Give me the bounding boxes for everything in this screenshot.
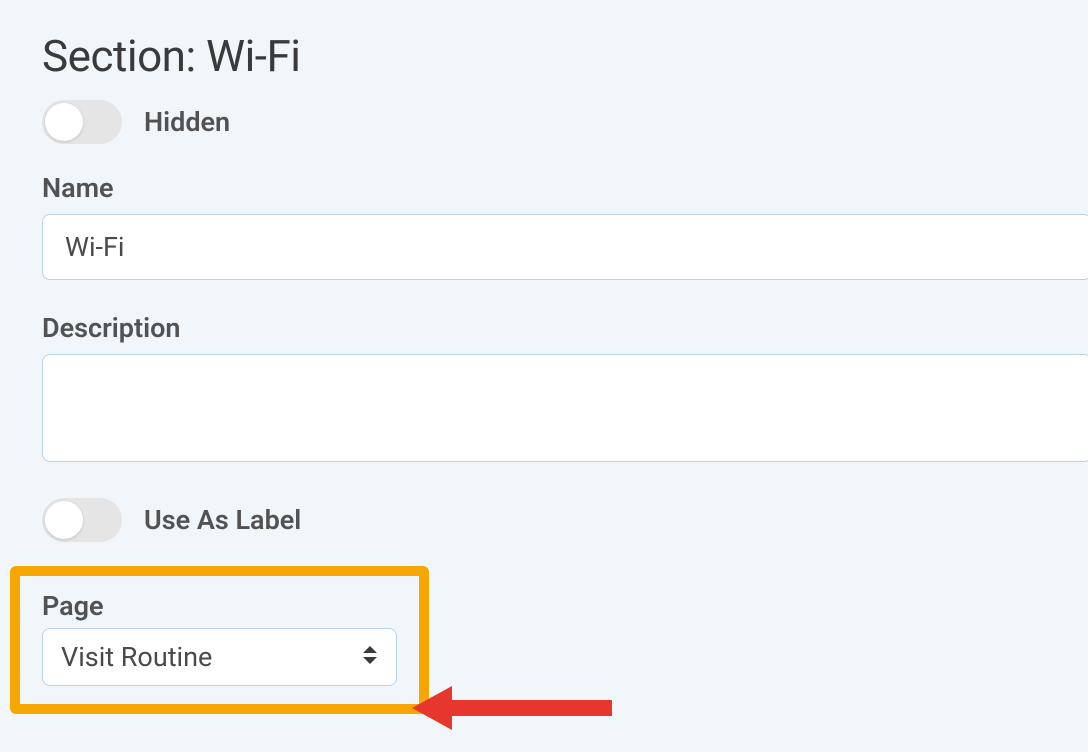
description-field-label: Description	[42, 312, 1088, 344]
hidden-toggle-row: Hidden	[42, 100, 1088, 144]
page-highlight-box: Page Visit Routine	[10, 566, 429, 714]
arrow-annotation	[412, 678, 622, 742]
toggle-knob	[45, 501, 83, 539]
description-input[interactable]	[42, 354, 1088, 462]
page-select-wrapper: Visit Routine	[42, 628, 397, 686]
name-field-label: Name	[42, 172, 1088, 204]
use-as-label-toggle-row: Use As Label	[42, 498, 1088, 542]
page-select[interactable]: Visit Routine	[42, 628, 397, 686]
name-field-group: Name	[42, 172, 1088, 280]
toggle-knob	[45, 103, 83, 141]
name-input[interactable]	[42, 214, 1088, 280]
section-title: Section: Wi-Fi	[42, 30, 1088, 82]
use-as-label-toggle[interactable]	[42, 498, 122, 542]
hidden-toggle-label: Hidden	[144, 106, 230, 138]
description-field-group: Description	[42, 312, 1088, 466]
hidden-toggle[interactable]	[42, 100, 122, 144]
page-field-label: Page	[42, 590, 397, 622]
use-as-label-toggle-label: Use As Label	[144, 504, 301, 536]
